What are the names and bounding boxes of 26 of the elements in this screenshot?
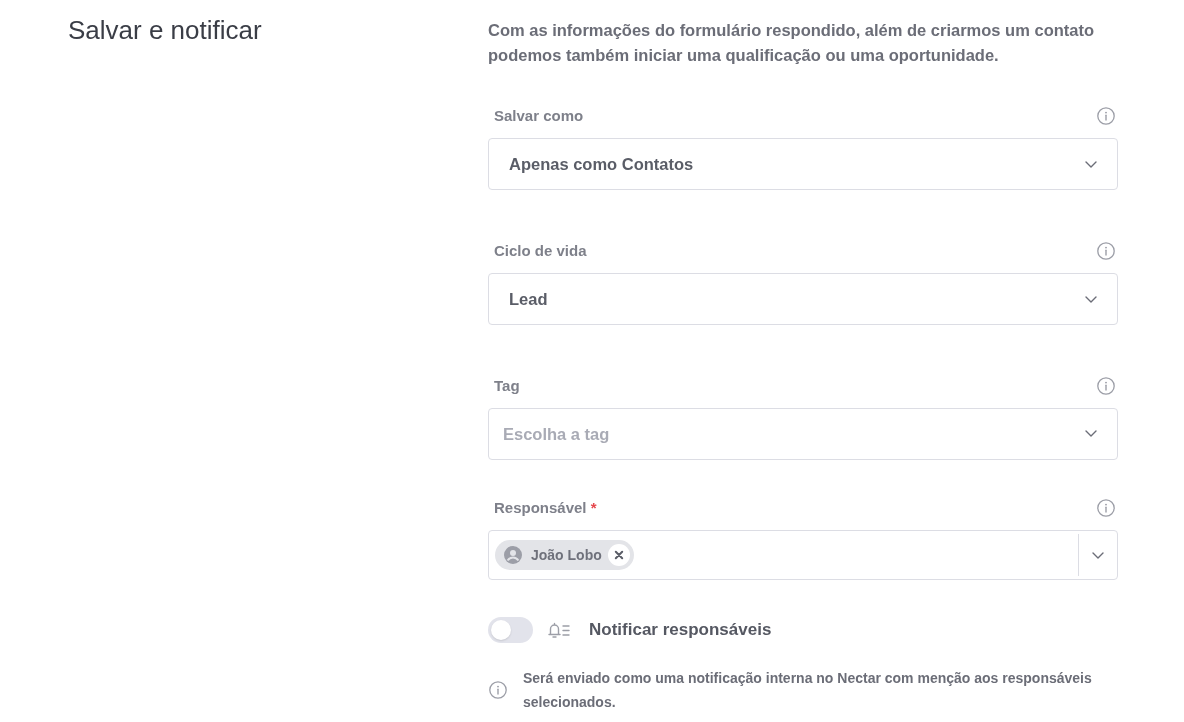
info-icon[interactable] xyxy=(1097,377,1115,395)
multiselect-field[interactable]: João Lobo xyxy=(488,530,1118,580)
chevron-down-icon xyxy=(1092,551,1104,559)
user-icon xyxy=(504,546,522,564)
chevron-down-icon xyxy=(1085,430,1097,437)
remove-icon[interactable] xyxy=(607,544,630,566)
info-note: Será enviado como uma notificação interna no Nectar com menção aos responsáveis selecionados. xyxy=(523,669,1093,712)
field-label: Ciclo de vida xyxy=(494,241,587,261)
field-label: Salvar como xyxy=(494,106,584,126)
chevron-down-icon xyxy=(1085,160,1097,168)
dropdown-field[interactable]: Lead xyxy=(488,273,1118,325)
user-chip[interactable]: João Lobo xyxy=(495,540,634,570)
dropdown-field[interactable]: Apenas como Contatos xyxy=(488,138,1118,190)
info-icon[interactable] xyxy=(489,681,507,699)
dropdown-field[interactable]: Escolha a tag xyxy=(488,408,1118,460)
field-label: Tag xyxy=(494,376,520,396)
info-icon[interactable] xyxy=(1097,499,1115,517)
section-description: Com as informações do formulário respondido, além de criarmos um contato podemos também iniciar uma qualificação ou uma oportunidade. xyxy=(488,20,1096,66)
info-icon[interactable] xyxy=(1097,107,1115,125)
field-label: Responsável * xyxy=(494,498,597,518)
notify-toggle[interactable] xyxy=(488,617,533,643)
bell-list-icon xyxy=(546,621,570,639)
info-icon[interactable] xyxy=(1097,242,1115,260)
toggle-label: Notificar responsáveis xyxy=(589,620,772,640)
section-title: Salvar e notificar xyxy=(68,14,262,47)
chevron-down-icon xyxy=(1085,295,1097,303)
